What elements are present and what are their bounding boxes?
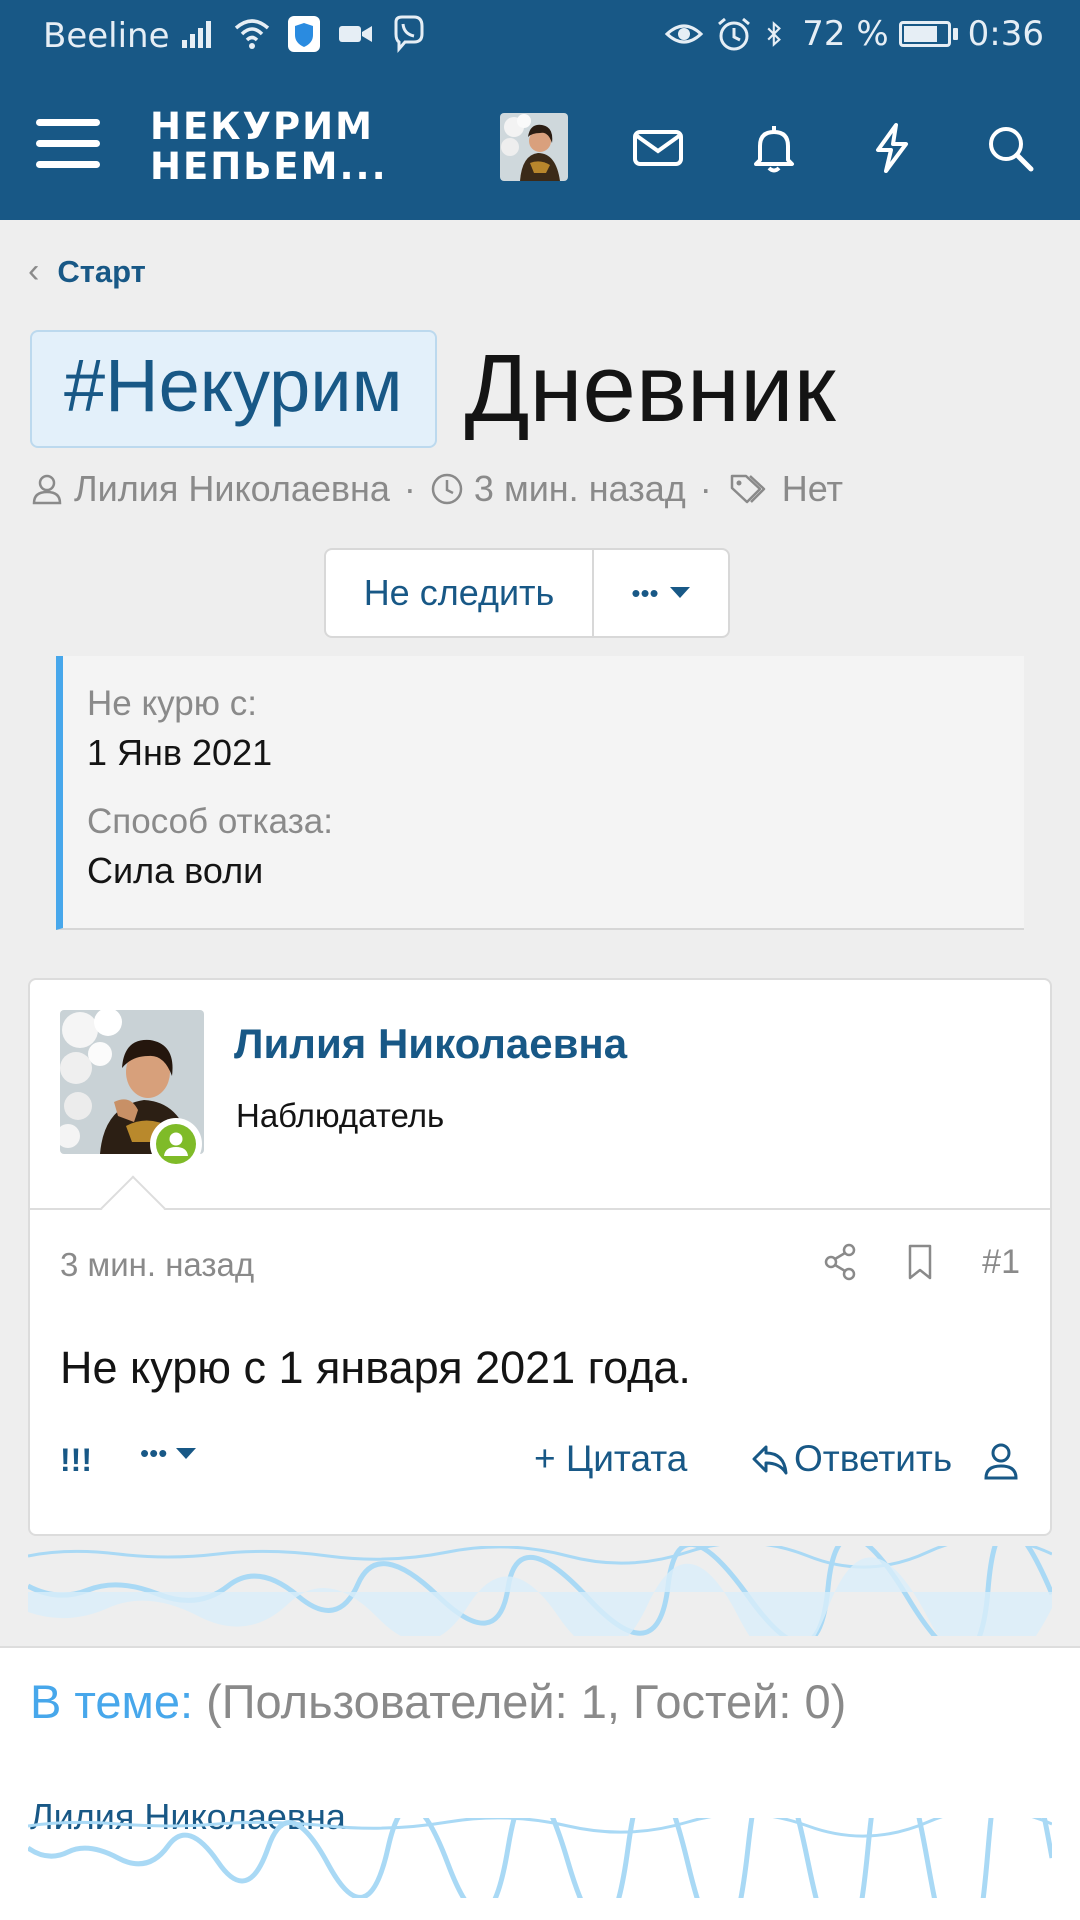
post-more-button[interactable]: ••• (140, 1438, 197, 1469)
site-logo[interactable]: НЕКУРИМ НЕПЬЕМ... (150, 107, 388, 187)
field-label: Способ отказа: (87, 802, 333, 841)
user-icon (32, 474, 62, 505)
menu-icon[interactable] (36, 119, 100, 175)
clock-icon (431, 473, 463, 505)
post-username[interactable]: Лилия Николаевна (234, 1020, 627, 1068)
lightning-icon[interactable] (864, 120, 920, 176)
page-title: Дневник (464, 335, 836, 442)
online-status-icon (150, 1118, 202, 1170)
quote-button[interactable]: + Цитата (534, 1438, 687, 1480)
caret-down-icon (176, 1447, 197, 1459)
account-avatar[interactable] (500, 113, 568, 181)
user-title: Наблюдатель (236, 1097, 445, 1134)
users-in-thread-counts: (Пользователей: 1, Гостей: 0) (206, 1675, 847, 1728)
alarm-icon (718, 17, 751, 51)
carrier-name: Beeline (43, 16, 170, 56)
tags-icon (730, 474, 765, 504)
thread-meta: Лилия Николаевна · 3 мин. назад · Нет (30, 468, 843, 510)
share-icon[interactable] (822, 1242, 858, 1282)
battery-icon (898, 21, 958, 47)
thread-prefix-label[interactable]: #Некурим (30, 330, 437, 448)
mail-icon[interactable] (630, 120, 686, 176)
breadcrumb-start[interactable]: Старт (57, 254, 146, 290)
viber-icon (394, 15, 424, 54)
post: Лилия Николаевна Наблюдатель 3 мин. наза… (28, 978, 1052, 1536)
shield-icon (288, 16, 320, 52)
more-options-button[interactable]: ••• (594, 550, 728, 636)
react-button[interactable]: !!! (60, 1442, 92, 1479)
wifi-icon (234, 19, 270, 49)
battery-percent: 72 % (802, 14, 889, 54)
users-in-thread-label: В теме: (30, 1675, 194, 1728)
thread-title: #Некурим Дневник (30, 330, 836, 448)
breadcrumb[interactable]: ‹ Старт (28, 252, 146, 291)
field-value: 1 Янв 2021 (87, 732, 273, 773)
battery-level (903, 26, 937, 42)
clock: 0:36 (967, 14, 1044, 54)
app-header: НЕКУРИМ НЕПЬЕМ... (0, 75, 1080, 220)
post-time[interactable]: 3 мин. назад (60, 1246, 254, 1284)
post-number[interactable]: #1 (982, 1243, 1020, 1282)
post-content: Не курю с 1 января 2021 года. (60, 1342, 691, 1393)
chevron-left-icon: ‹ (28, 252, 40, 290)
user-icon[interactable] (982, 1440, 1020, 1482)
search-icon[interactable] (982, 120, 1038, 176)
bookmark-icon[interactable] (902, 1242, 938, 1282)
eye-icon (665, 24, 704, 44)
field-label: Не курю с: (87, 684, 257, 723)
thread-fields: Не курю с: 1 Янв 2021 Способ отказа: Сил… (56, 656, 1024, 930)
bell-icon[interactable] (746, 120, 802, 176)
thread-actions: Не следить ••• (324, 548, 730, 638)
thread-time[interactable]: 3 мин. назад (474, 468, 686, 510)
post-user-header: Лилия Николаевна Наблюдатель (30, 980, 1050, 1210)
thread-tags: Нет (781, 468, 844, 509)
video-camera-icon (339, 26, 372, 42)
status-bar: Beeline 72 % 0:36 (0, 0, 1080, 75)
torn-edge-divider (28, 1818, 1052, 1898)
torn-edge-divider (28, 1546, 1052, 1636)
field-value: Сила воли (87, 850, 264, 891)
post-footer: !!! ••• + Цитата Ответить (60, 1432, 1020, 1502)
bluetooth-icon (767, 21, 782, 47)
caret-down-icon (669, 587, 690, 598)
unwatch-button[interactable]: Не следить (326, 550, 594, 636)
reply-button[interactable]: Ответить (750, 1438, 952, 1480)
signal-icon (182, 21, 211, 48)
reply-icon (752, 1445, 788, 1475)
thread-author[interactable]: Лилия Николаевна (74, 468, 390, 510)
